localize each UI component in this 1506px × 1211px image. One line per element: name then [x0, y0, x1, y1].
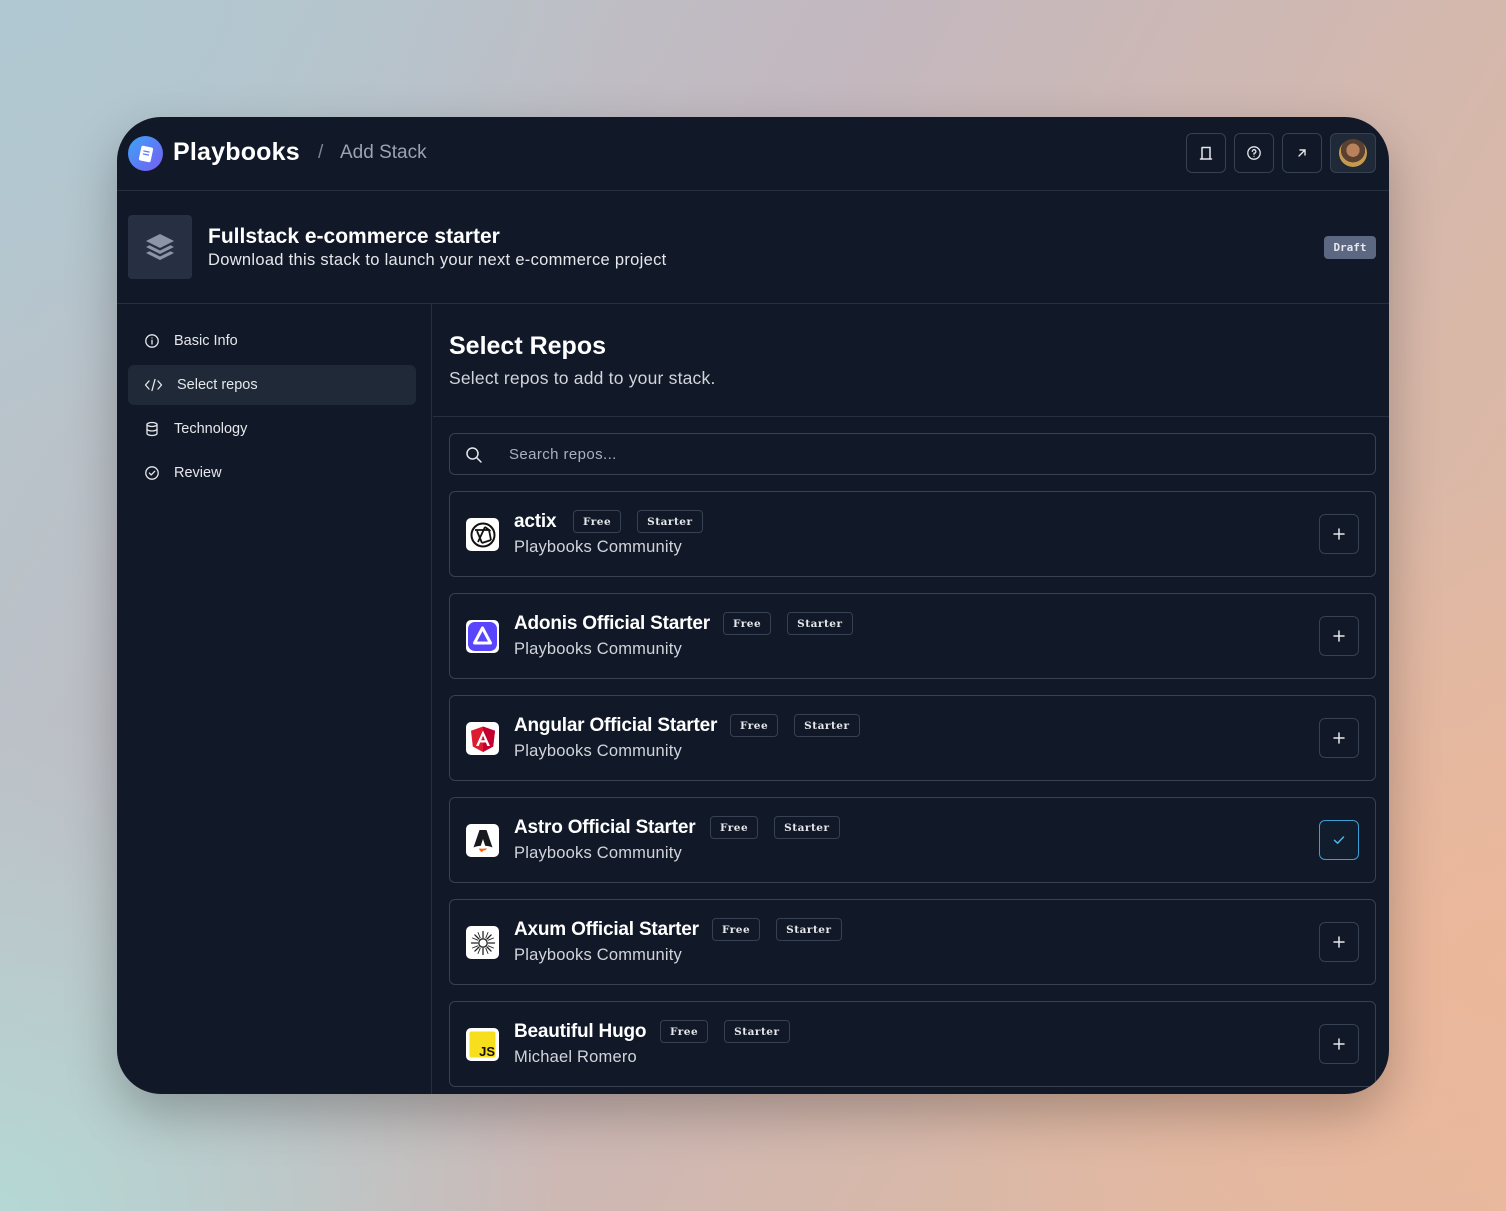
database-icon — [146, 421, 158, 437]
repo-card-beautiful-hugo: JS Beautiful Hugo Free Starter Michael R… — [449, 1001, 1376, 1087]
tag-free: Free — [573, 510, 622, 533]
plus-icon — [1333, 1038, 1345, 1050]
help-circle-icon — [1247, 146, 1261, 160]
axum-logo-icon — [466, 926, 499, 959]
repo-name[interactable]: Angular Official Starter — [514, 715, 717, 737]
repo-tags: Free Starter — [660, 1020, 790, 1043]
check-icon — [1333, 836, 1345, 844]
sidebar-item-technology[interactable]: Technology — [128, 409, 416, 449]
breadcrumb-separator: / — [318, 142, 324, 163]
help-button[interactable] — [1234, 133, 1274, 173]
page-subtitle: Select repos to add to your stack. — [449, 368, 716, 388]
tag-starter: Starter — [774, 816, 840, 839]
tag-free: Free — [730, 714, 779, 737]
angular-logo-icon — [466, 722, 499, 755]
repo-card-actix: actix Free Starter Playbooks Community — [449, 491, 1376, 577]
tag-starter: Starter — [794, 714, 860, 737]
repo-owner: Playbooks Community — [514, 742, 682, 760]
layers-icon — [128, 215, 192, 279]
repo-tags: Free Starter — [710, 816, 840, 839]
add-repo-button[interactable] — [1319, 1024, 1359, 1064]
repo-card-axum: Axum Official Starter Free Starter Playb… — [449, 899, 1376, 985]
top-bar: Playbooks / Add Stack — [117, 117, 1389, 191]
tag-starter: Starter — [637, 510, 703, 533]
page-title: Select Repos — [449, 332, 607, 360]
user-menu-button[interactable] — [1330, 133, 1376, 173]
repo-name[interactable]: actix — [514, 511, 557, 533]
code-icon — [144, 378, 163, 392]
plus-icon — [1333, 528, 1345, 540]
plus-icon — [1333, 936, 1345, 948]
bookmark-icon — [1199, 146, 1213, 160]
arrow-up-right-icon — [1298, 149, 1306, 157]
selected-repo-button[interactable] — [1319, 820, 1359, 860]
js-logo-text: JS — [479, 1044, 495, 1059]
repo-tags: Free Starter — [573, 510, 703, 533]
tag-starter: Starter — [724, 1020, 790, 1043]
sidebar-item-label: Review — [174, 465, 222, 481]
actix-logo-icon — [466, 518, 499, 551]
search-input[interactable] — [509, 434, 1349, 474]
info-icon — [145, 334, 159, 348]
repo-name[interactable]: Astro Official Starter — [514, 817, 696, 839]
repo-name[interactable]: Beautiful Hugo — [514, 1021, 646, 1043]
repo-tags: Free Starter — [723, 612, 853, 635]
add-repo-button[interactable] — [1319, 616, 1359, 656]
astro-logo-icon — [466, 824, 499, 857]
sidebar-item-review[interactable]: Review — [128, 453, 416, 493]
repo-card-angular: Angular Official Starter Free Starter Pl… — [449, 695, 1376, 781]
stack-title: Fullstack e-commerce starter — [208, 225, 500, 248]
sidebar: Basic Info Select repos Technology Revie… — [117, 304, 432, 1094]
search-box — [449, 433, 1376, 475]
tag-free: Free — [710, 816, 759, 839]
javascript-logo-icon: JS — [466, 1028, 499, 1061]
adonis-logo-icon — [466, 620, 499, 653]
tag-starter: Starter — [787, 612, 853, 635]
repo-card-astro: Astro Official Starter Free Starter Play… — [449, 797, 1376, 883]
search-icon — [466, 447, 482, 463]
sidebar-item-label: Basic Info — [174, 333, 238, 349]
tag-free: Free — [712, 918, 761, 941]
repo-owner: Michael Romero — [514, 1048, 637, 1066]
sidebar-item-label: Select repos — [177, 377, 258, 393]
playbooks-logo-icon[interactable] — [128, 136, 163, 171]
repo-owner: Playbooks Community — [514, 640, 682, 658]
tag-free: Free — [723, 612, 772, 635]
stack-header: Fullstack e-commerce starter Download th… — [117, 191, 1389, 304]
repo-owner: Playbooks Community — [514, 946, 682, 964]
plus-icon — [1333, 630, 1345, 642]
repo-owner: Playbooks Community — [514, 844, 682, 862]
repo-owner: Playbooks Community — [514, 538, 682, 556]
sidebar-item-label: Technology — [174, 421, 248, 437]
breadcrumb-current: Add Stack — [340, 142, 427, 163]
stack-subtitle: Download this stack to launch your next … — [208, 251, 667, 269]
check-circle-icon — [145, 466, 159, 480]
sidebar-item-basic-info[interactable]: Basic Info — [128, 321, 416, 361]
add-repo-button[interactable] — [1319, 922, 1359, 962]
sidebar-item-select-repos[interactable]: Select repos — [128, 365, 416, 405]
status-badge: Draft — [1324, 236, 1376, 259]
tag-starter: Starter — [776, 918, 842, 941]
add-repo-button[interactable] — [1319, 514, 1359, 554]
repo-card-adonis: Adonis Official Starter Free Starter Pla… — [449, 593, 1376, 679]
bookmark-button[interactable] — [1186, 133, 1226, 173]
avatar — [1339, 139, 1367, 167]
main-header: Select Repos Select repos to add to your… — [433, 304, 1389, 417]
tag-free: Free — [660, 1020, 709, 1043]
brand-name[interactable]: Playbooks — [173, 138, 300, 167]
repo-tags: Free Starter — [712, 918, 842, 941]
repo-name[interactable]: Axum Official Starter — [514, 919, 699, 941]
repo-tags: Free Starter — [730, 714, 860, 737]
plus-icon — [1333, 732, 1345, 744]
repo-name[interactable]: Adonis Official Starter — [514, 613, 710, 635]
open-external-button[interactable] — [1282, 133, 1322, 173]
app-window: Playbooks / Add Stack Fullstack e-commer… — [117, 117, 1389, 1094]
add-repo-button[interactable] — [1319, 718, 1359, 758]
